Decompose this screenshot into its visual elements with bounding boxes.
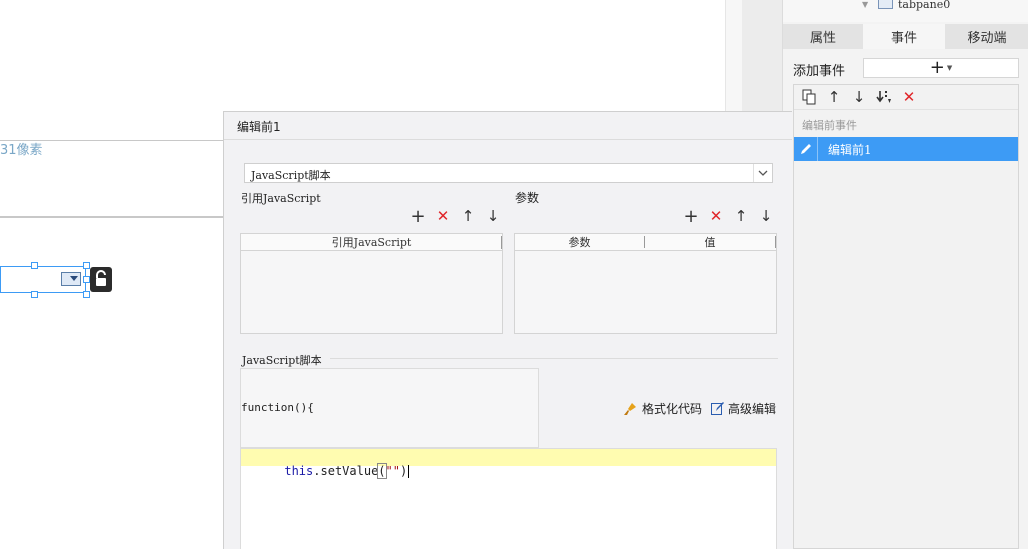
add-event-label: 添加事件 <box>793 64 846 79</box>
ref-add-icon[interactable]: + <box>408 206 428 227</box>
code-string: "" <box>385 464 400 478</box>
script-type-select[interactable]: JavaScript脚本 <box>244 163 773 183</box>
param-col-name[interactable]: 参数 <box>515 236 645 249</box>
edit-document-icon <box>711 402 724 415</box>
combo-dropdown-icon[interactable] <box>61 272 81 286</box>
ref-header-separator <box>501 236 502 249</box>
tree-expand-arrow-icon[interactable]: ▼ <box>862 0 868 9</box>
tabpane-icon <box>878 0 893 9</box>
code-open-paren: ( <box>377 463 387 479</box>
advanced-edit-button[interactable]: 高级编辑 <box>710 400 776 417</box>
param-table-header: 参数 值 <box>515 234 776 251</box>
format-code-button[interactable]: 格式化代码 <box>622 400 702 417</box>
code-line-1[interactable]: this.setValue("") <box>241 450 410 492</box>
script-type-value: JavaScript脚本 <box>251 169 331 182</box>
select-chevron-icon[interactable] <box>753 164 772 182</box>
canvas-divider-bottom <box>0 216 223 218</box>
add-event-dropdown[interactable]: + ▼ <box>863 58 1019 78</box>
resize-handle-bottom-right[interactable] <box>83 291 90 298</box>
script-editor-dialog: 编辑前1 JavaScript脚本 引用JavaScript + ✕ ↑ ↓ 引… <box>223 111 792 549</box>
advanced-edit-label: 高级编辑 <box>728 402 777 416</box>
move-up-icon[interactable]: ↑ <box>824 87 844 107</box>
code-close-paren: ) <box>399 464 408 478</box>
tree-area: ▼ tabpane0 <box>783 0 1028 22</box>
param-toolbar: + ✕ ↑ ↓ <box>681 206 776 227</box>
param-move-down-icon[interactable]: ↓ <box>756 206 776 226</box>
function-header-text: function(){ <box>241 401 314 414</box>
param-section-label: 参数 <box>515 191 540 205</box>
param-move-up-icon[interactable]: ↑ <box>731 206 751 226</box>
ref-js-toolbar: + ✕ ↑ ↓ <box>408 206 503 227</box>
ref-delete-icon[interactable]: ✕ <box>433 206 453 226</box>
delete-icon[interactable]: ✕ <box>899 87 919 107</box>
js-script-section-rule <box>330 358 778 359</box>
function-header-box: function(){ <box>240 368 539 448</box>
ref-js-table-header[interactable]: 引用JavaScript <box>241 234 502 251</box>
tree-node-label[interactable]: tabpane0 <box>898 0 950 11</box>
js-script-section-label: JavaScript脚本 <box>242 354 322 367</box>
resize-handle-bottom[interactable] <box>31 291 38 298</box>
ref-move-up-icon[interactable]: ↑ <box>458 206 478 226</box>
event-item-selected[interactable]: 编辑前1 <box>794 137 1018 161</box>
code-editor[interactable]: this.setValue("") <box>240 448 777 549</box>
text-cursor <box>408 465 410 478</box>
brush-icon <box>624 402 636 415</box>
copy-icon[interactable] <box>799 87 819 107</box>
code-keyword: this <box>284 464 314 478</box>
code-method: .setValue <box>313 464 379 478</box>
tab-properties[interactable]: 属性 <box>783 24 863 49</box>
format-code-label: 格式化代码 <box>642 402 703 416</box>
resize-handle-right[interactable] <box>83 276 90 283</box>
move-down-icon[interactable]: ↓ <box>849 87 869 107</box>
event-toolbar: ↑ ↓ ✕ <box>794 85 1018 110</box>
param-add-icon[interactable]: + <box>681 206 701 227</box>
size-hint-label: 31像素 <box>0 143 43 158</box>
dialog-title: 编辑前1 <box>237 120 281 134</box>
resize-handle-top-right[interactable] <box>83 262 90 269</box>
ref-move-down-icon[interactable]: ↓ <box>483 206 503 226</box>
event-group-label: 编辑前事件 <box>802 119 857 132</box>
panel-tabs: 属性 事件 移动端 <box>783 24 1028 49</box>
ref-js-section-label: 引用JavaScript <box>241 192 321 205</box>
event-list-box: ↑ ↓ ✕ 编辑前事件 编辑前1 <box>793 84 1019 549</box>
add-icon: + <box>929 57 945 78</box>
dialog-title-bar: 编辑前1 <box>224 112 792 140</box>
unlock-icon[interactable] <box>90 267 112 292</box>
selected-combo-widget[interactable] <box>0 266 86 293</box>
edit-pencil-icon[interactable] <box>794 137 818 161</box>
param-table[interactable]: 参数 值 <box>514 233 777 334</box>
resize-handle-top[interactable] <box>31 262 38 269</box>
tab-mobile[interactable]: 移动端 <box>945 24 1028 49</box>
ref-js-table[interactable]: 引用JavaScript <box>240 233 503 334</box>
param-delete-icon[interactable]: ✕ <box>706 206 726 226</box>
move-bottom-icon[interactable] <box>874 87 894 107</box>
event-item-label: 编辑前1 <box>828 143 872 157</box>
tab-events[interactable]: 事件 <box>863 24 945 49</box>
chevron-down-icon: ▼ <box>946 64 953 72</box>
param-col-value[interactable]: 值 <box>645 236 776 249</box>
event-panel: ▼ tabpane0 属性 事件 移动端 添加事件 + ▼ ↑ ↓ ✕ 编辑前事… <box>782 0 1028 549</box>
